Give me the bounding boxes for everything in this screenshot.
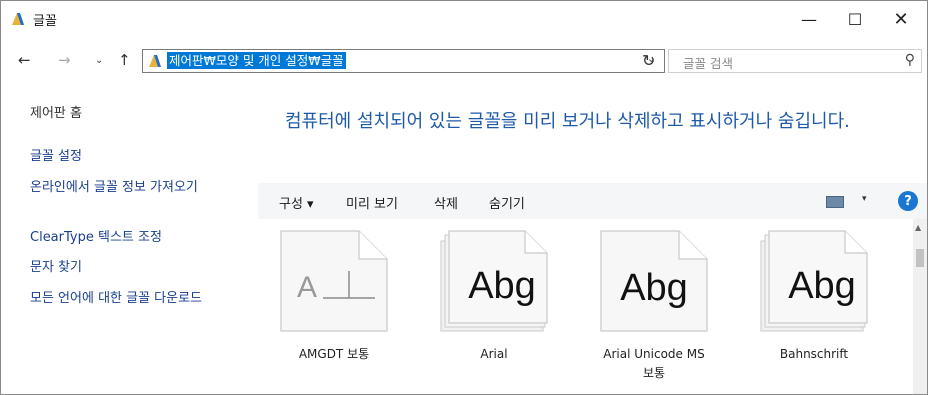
search-box[interactable]: 글꼴 검색 ⚲ (668, 49, 922, 73)
minimize-button[interactable]: — (786, 1, 832, 37)
scrollbar-thumb[interactable] (916, 249, 924, 267)
change-view-icon[interactable] (826, 196, 844, 208)
search-input[interactable]: 글꼴 검색 (683, 53, 733, 72)
refresh-icon[interactable]: ↻ (642, 51, 655, 70)
recent-locations-button[interactable]: ⌄ (95, 55, 103, 66)
fonts-folder-icon (149, 55, 161, 67)
window-title: 글꼴 (33, 14, 57, 29)
font-name-label: Arial (480, 347, 508, 361)
amgdt-glyph-sample: A (297, 271, 375, 304)
get-font-info-online-link[interactable]: 온라인에서 글꼴 정보 가져오기 (30, 179, 245, 196)
navigation-bar: ← → ⌄ ↑ 제어판₩모양 및 개인 설정₩글꼴 ⌄ ↻ 글꼴 검색 ⚲ (1, 45, 927, 79)
font-name-label: AMGDT 보통 (298, 347, 370, 361)
cleartype-tuner-link[interactable]: ClearType 텍스트 조정 (30, 229, 252, 246)
fonts-window: 글꼴 — ☐ ✕ ← → ⌄ ↑ 제어판₩모양 및 개인 설정₩글꼴 ⌄ ↻ 글… (0, 0, 928, 395)
find-character-link[interactable]: 문자 찾기 (30, 259, 252, 276)
close-button[interactable]: ✕ (878, 1, 924, 37)
font-settings-link[interactable]: 글꼴 설정 (30, 148, 252, 165)
view-options-dropdown-icon[interactable]: ▾ (862, 194, 867, 204)
title-bar: 글꼴 — ☐ ✕ (1, 1, 927, 37)
organize-menu[interactable]: 구성 ▾ (279, 193, 314, 212)
font-sample-preview: A (279, 259, 389, 316)
fonts-folder-icon (12, 13, 24, 25)
command-toolbar: 구성 ▾ 미리 보기 삭제 숨기기 ▾ ? (258, 183, 927, 219)
font-name-label: Arial Unicode MS 보통 (603, 347, 705, 380)
delete-button[interactable]: 삭제 (434, 193, 458, 212)
page-heading: 컴퓨터에 설치되어 있는 글꼴을 미리 보거나 삭제하고 표시하거나 숨깁니다. (285, 111, 850, 132)
address-path[interactable]: 제어판₩모양 및 개인 설정₩글꼴 (167, 52, 346, 69)
font-sample-preview: Abg (788, 265, 856, 307)
hide-button[interactable]: 숨기기 (489, 193, 525, 212)
up-button[interactable]: ↑ (118, 51, 131, 69)
address-bar[interactable]: 제어판₩모양 및 개인 설정₩글꼴 ⌄ (142, 49, 665, 73)
svg-text:A: A (297, 271, 318, 304)
forward-button[interactable]: → (58, 51, 71, 69)
font-sample-preview: Abg (620, 267, 688, 309)
font-sample-preview: Abg (468, 265, 536, 307)
font-name-label: Bahnschrift (779, 347, 849, 361)
back-button[interactable]: ← (18, 51, 31, 69)
maximize-button[interactable]: ☐ (832, 1, 878, 37)
download-fonts-link[interactable]: 모든 언어에 대한 글꼴 다운로드 (30, 290, 248, 307)
control-panel-home-link[interactable]: 제어판 홈 (30, 105, 252, 122)
help-button[interactable]: ? (898, 191, 918, 211)
vertical-scrollbar[interactable]: ▲ (913, 219, 927, 394)
preview-button[interactable]: 미리 보기 (346, 193, 398, 212)
search-icon[interactable]: ⚲ (905, 52, 915, 68)
scroll-up-arrow-icon[interactable]: ▲ (915, 223, 921, 232)
